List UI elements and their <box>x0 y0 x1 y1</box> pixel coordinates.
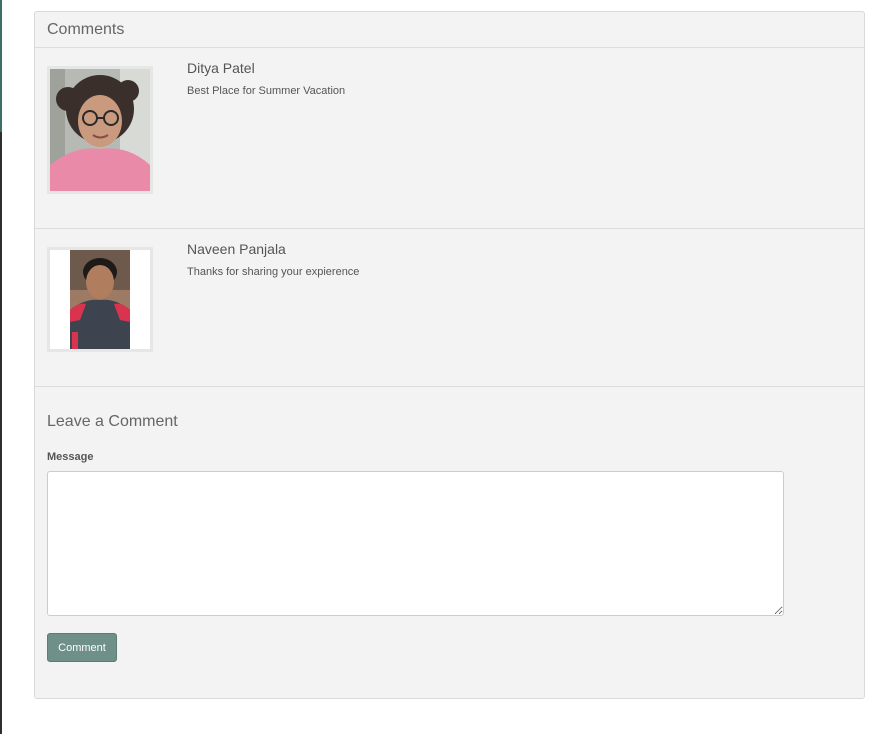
comment-body: Best Place for Summer Vacation <box>187 85 346 97</box>
message-textarea[interactable] <box>47 471 784 616</box>
comment-author: Naveen Panjala <box>187 241 286 257</box>
form-title: Leave a Comment <box>47 413 178 430</box>
comment-submit-button[interactable]: Comment <box>47 633 117 662</box>
comments-heading: Comments <box>35 12 864 48</box>
comment-item: Naveen Panjala Thanks for sharing your e… <box>35 229 864 387</box>
comment-avatar <box>47 247 153 352</box>
child-with-glasses-photo <box>50 69 150 191</box>
comment-avatar <box>47 66 153 194</box>
comment-item: Ditya Patel Best Place for Summer Vacati… <box>35 48 864 229</box>
comment-author: Ditya Patel <box>187 60 255 76</box>
message-label: Message <box>47 451 94 463</box>
page-edge-strip <box>0 0 2 734</box>
comments-panel: Comments Ditya Patel Best Place for Summ… <box>34 11 865 699</box>
comment-body: Thanks for sharing your expierence <box>187 266 360 278</box>
young-man-photo <box>50 250 150 349</box>
